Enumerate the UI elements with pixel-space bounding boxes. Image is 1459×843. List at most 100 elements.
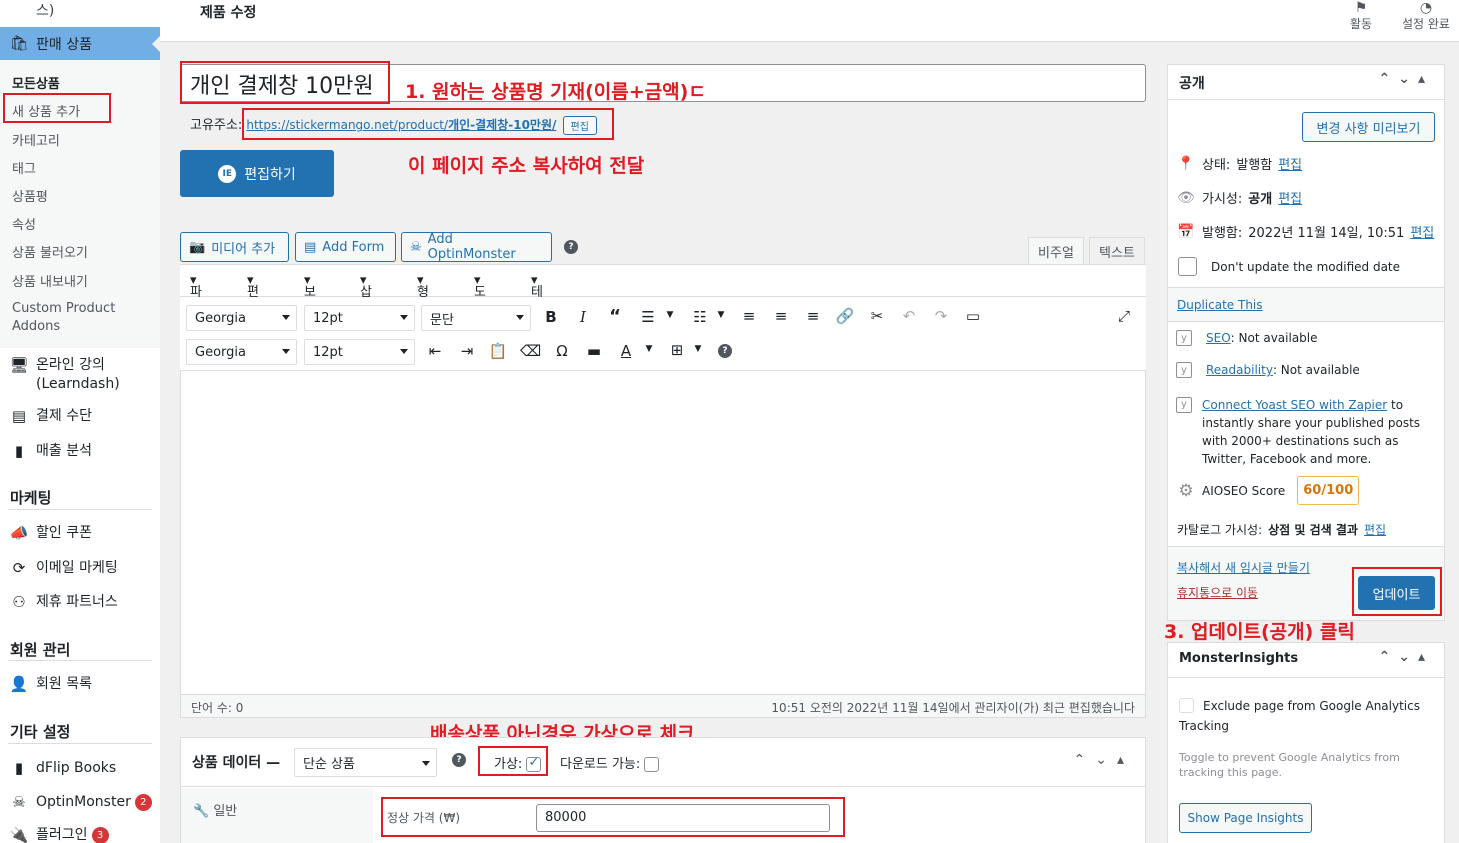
add-media-button[interactable]: 📷 미디어 추가 (180, 232, 289, 262)
menu-format[interactable]: 형식 ▾ (417, 273, 429, 319)
tab-visual[interactable]: 비주얼 (1028, 237, 1084, 265)
undo-icon[interactable]: ↶ (899, 307, 919, 325)
bullet-list-icon[interactable]: ☰ (638, 308, 658, 326)
sidebar-item-learndash[interactable]: 🖥 온라인 강의 (Learndash) (0, 354, 160, 394)
section-marketing: 마케팅 (10, 489, 52, 507)
align-center-icon[interactable]: ≡ (771, 307, 791, 325)
horizontal-rule-icon[interactable]: ▬ (584, 342, 604, 360)
visibility-edit-link[interactable]: 편집 (1278, 188, 1302, 207)
dont-update-row[interactable]: Don't update the modified date (1178, 257, 1400, 276)
move-to-trash-link[interactable]: 휴지통으로 이동 (1177, 584, 1258, 601)
readability-link[interactable]: Readability (1206, 363, 1273, 377)
downloadable-checkbox[interactable] (644, 757, 660, 772)
sidebar-item-optinmonster[interactable]: ☠ OptinMonster 2 (0, 792, 160, 814)
setup-done-button[interactable]: ◔ 설정 완료 (1396, 0, 1456, 32)
unlink-icon[interactable]: ✂ (867, 307, 887, 325)
font-family-select[interactable]: Georgia (186, 305, 297, 331)
panel-controls[interactable]: ⌃⌄▴ (1379, 71, 1434, 87)
add-form-button[interactable]: ▤ Add Form (295, 232, 396, 262)
font-size-select-2[interactable]: 12pt (304, 339, 415, 365)
font-size-select[interactable]: 12pt (304, 305, 415, 331)
panel-controls[interactable]: ⌃⌄▴ (1074, 752, 1135, 768)
omega-icon[interactable]: Ω (552, 342, 572, 360)
chevron-down-icon[interactable]: ▼ (711, 310, 731, 320)
panel-controls[interactable]: ⌃⌄▴ (1379, 649, 1434, 665)
help-icon[interactable]: ? (564, 240, 578, 254)
editor-statusbar: 단어 수: 0 10:51 오전의 2022년 11월 14일에서 관리자이(가… (181, 694, 1145, 717)
menu-table[interactable]: 테이블 ▾ (531, 273, 543, 338)
submenu-attributes[interactable]: 속성 (12, 214, 36, 233)
plugin-icon: 🔌 (9, 826, 29, 843)
seo-link[interactable]: SEO (1206, 331, 1231, 345)
help-icon[interactable]: ? (452, 753, 466, 767)
sidebar-item-payments[interactable]: ▤ 결제 수단 (0, 406, 160, 428)
aioseo-score[interactable]: 60/100 (1297, 476, 1360, 505)
fullscreen-icon[interactable]: ⤢ (1114, 307, 1134, 325)
tab-text[interactable]: 텍스트 (1089, 237, 1145, 265)
sidebar-item-label: 플러그인 (36, 827, 88, 843)
help-icon[interactable]: ? (718, 344, 732, 358)
exclude-tracking-toggle[interactable] (1179, 698, 1194, 713)
align-left-icon[interactable]: ≡ (739, 307, 759, 325)
downloadable-option[interactable]: 다운로드 가능: (560, 753, 660, 772)
copy-to-draft-link[interactable]: 복사해서 새 임시글 만들기 (1177, 559, 1310, 576)
block-format-select[interactable]: 문단 (421, 305, 531, 331)
indent-icon[interactable]: ⇥ (457, 342, 477, 360)
menu-edit[interactable]: 편집 ▾ (247, 273, 259, 319)
submenu-categories[interactable]: 카테고리 (12, 130, 60, 149)
submenu-custom-addons[interactable]: Custom Product Addons (12, 300, 132, 336)
menu-view[interactable]: 보기 ▾ (304, 273, 316, 319)
monitor-icon[interactable]: ▭ (963, 307, 983, 325)
chevron-down-icon[interactable]: ▼ (688, 344, 708, 354)
sidebar-item-products[interactable]: 🛍 판매 상품 (0, 27, 160, 60)
sidebar-item-member-list[interactable]: 👤 회원 목록 (0, 674, 160, 696)
align-right-icon[interactable]: ≡ (803, 307, 823, 325)
sidebar-item-coupons[interactable]: 📣 할인 쿠폰 (0, 523, 160, 545)
activity-button[interactable]: ⚑ 활동 (1346, 0, 1376, 32)
sidebar-item-dflip[interactable]: ▮ dFlip Books (0, 758, 160, 780)
submenu-import[interactable]: 상품 불러오기 (12, 242, 88, 261)
paste-icon[interactable]: 📋 (488, 342, 508, 360)
eraser-icon[interactable]: ⌫ (520, 342, 541, 360)
submenu-all-products[interactable]: 모든상품 (12, 73, 60, 92)
chevron-down-icon[interactable]: ▼ (639, 344, 659, 354)
duplicate-link[interactable]: Duplicate This (1177, 298, 1263, 312)
menu-tools[interactable]: 도구 ▾ (474, 273, 486, 319)
bold-icon[interactable]: B (541, 308, 561, 326)
exclude-tracking-row[interactable]: Exclude page from Google Analytics Track… (1179, 696, 1429, 736)
zapier-link[interactable]: Connect Yoast SEO with Zapier (1202, 398, 1387, 412)
menu-file[interactable]: 파일 ▾ (190, 273, 202, 319)
table-icon[interactable]: ⊞ (667, 341, 687, 359)
date-edit-link[interactable]: 편집 (1410, 222, 1434, 241)
link-icon[interactable]: 🔗 (835, 307, 855, 325)
outdent-icon[interactable]: ⇤ (425, 342, 445, 360)
status-edit-link[interactable]: 편집 (1278, 154, 1302, 173)
section-members: 회원 관리 (10, 641, 71, 659)
chevron-down-icon[interactable]: ▼ (660, 310, 680, 320)
preview-changes-button[interactable]: 변경 사항 미리보기 (1302, 112, 1435, 142)
sidebar-item-affiliates[interactable]: ⚇ 제휴 파트너스 (0, 592, 160, 614)
tab-general[interactable]: 🔧 일반 (193, 800, 237, 819)
yoast-icon: y (1176, 362, 1192, 378)
sidebar-item-email-marketing[interactable]: ⟳ 이메일 마케팅 (0, 558, 160, 580)
add-optinmonster-button[interactable]: ☠ Add OptinMonster (401, 232, 552, 262)
dont-update-checkbox[interactable] (1178, 257, 1197, 276)
update-count-badge: 2 (134, 793, 152, 811)
product-type-select[interactable]: 단순 상품 (294, 748, 437, 777)
text-color-icon[interactable]: A (616, 342, 636, 360)
italic-icon[interactable]: I (573, 308, 593, 326)
edit-with-elementor-button[interactable]: IE 편집하기 (180, 150, 334, 197)
font-family-select-2[interactable]: Georgia (186, 339, 297, 365)
blockquote-icon[interactable]: “ (605, 306, 625, 327)
redo-icon[interactable]: ↷ (931, 307, 951, 325)
show-page-insights-button[interactable]: Show Page Insights (1179, 803, 1312, 833)
sidebar-item-plugins[interactable]: 🔌 플러그인 3 (0, 825, 160, 843)
permalink-label: 고유주소: (190, 118, 243, 133)
submenu-export[interactable]: 상품 내보내기 (12, 271, 88, 290)
numbered-list-icon[interactable]: ☷ (690, 308, 710, 326)
catalog-edit-link[interactable]: 편집 (1364, 521, 1386, 538)
submenu-reviews[interactable]: 상품평 (12, 186, 48, 205)
menu-insert[interactable]: 삽입 ▾ (360, 273, 372, 319)
sidebar-item-analytics[interactable]: ▮ 매출 분석 (0, 441, 160, 463)
submenu-tags[interactable]: 태그 (12, 158, 36, 177)
